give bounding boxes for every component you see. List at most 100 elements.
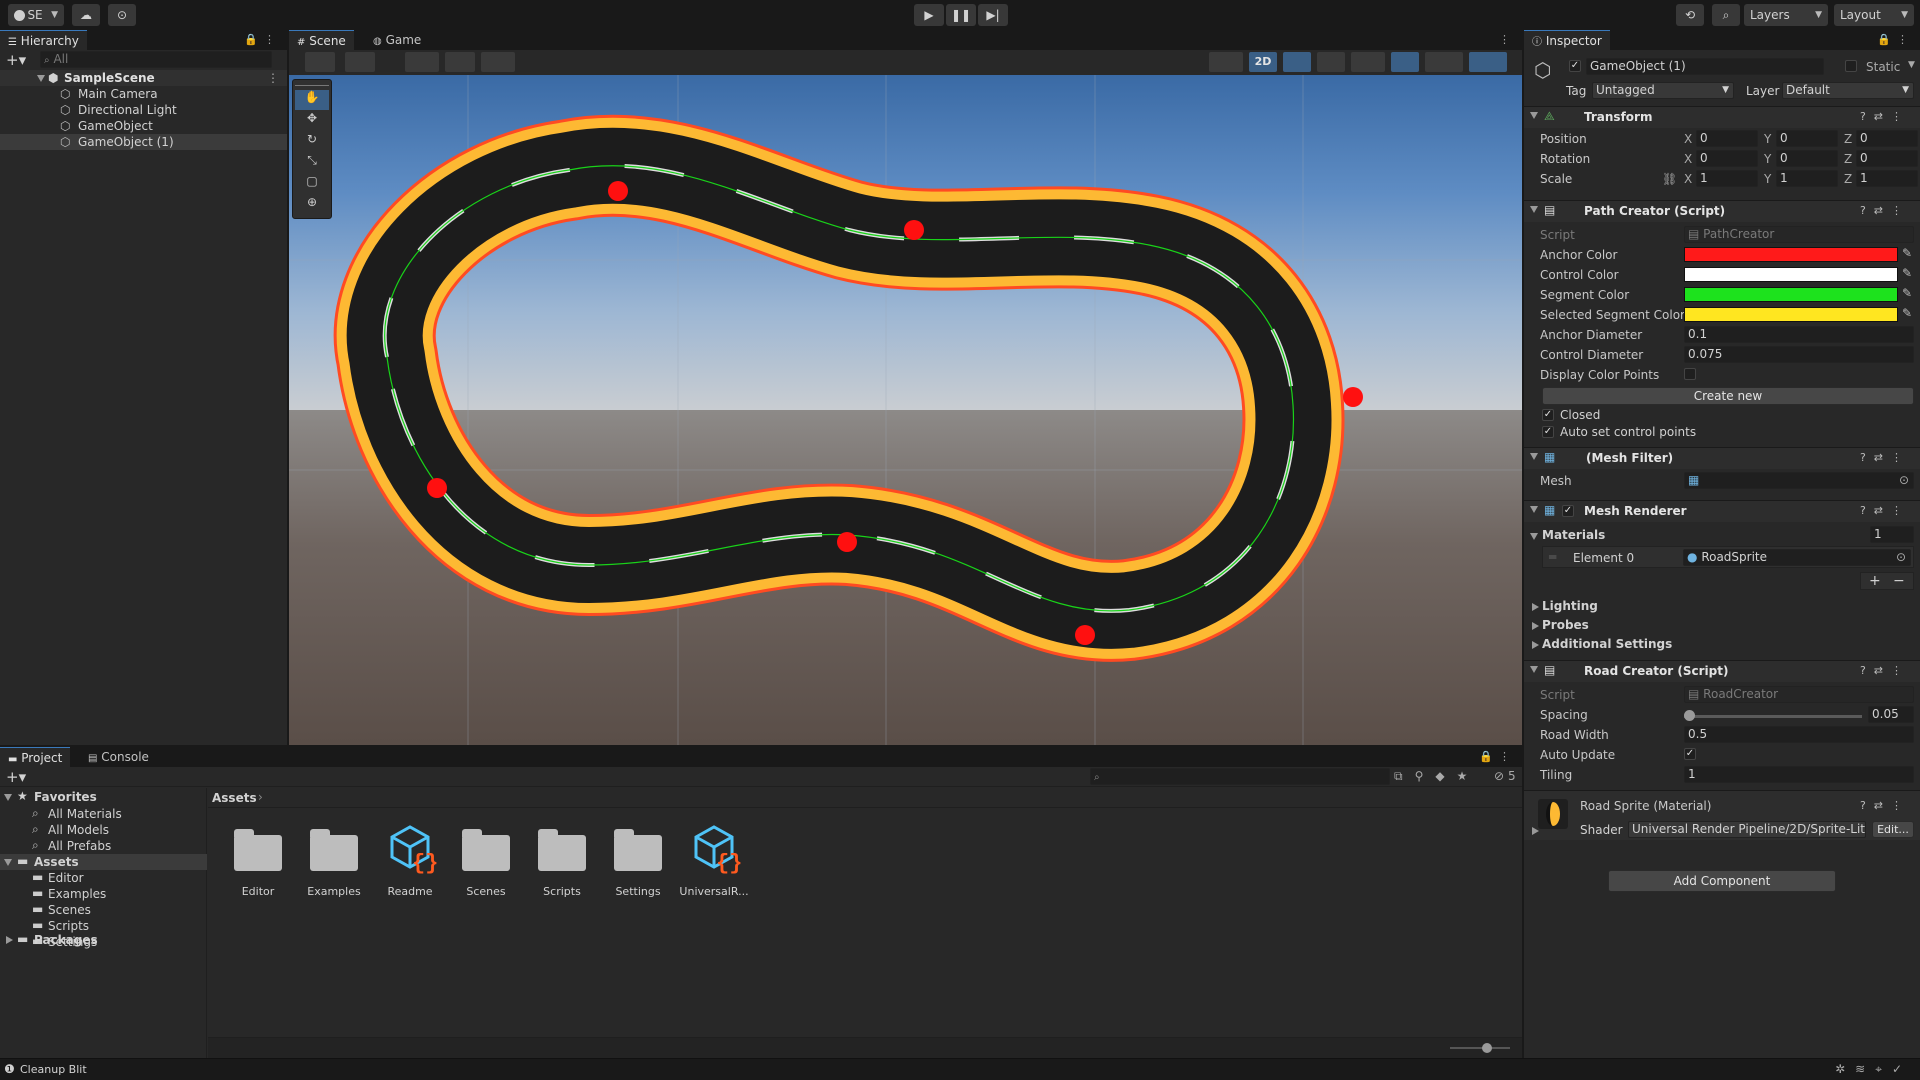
expand-icon[interactable]: [1532, 641, 1539, 649]
account-dropdown[interactable]: SE ▼: [8, 4, 64, 26]
road-width-field[interactable]: 0.5: [1684, 726, 1914, 743]
transform-y-field[interactable]: 1: [1776, 170, 1838, 187]
search-button[interactable]: ⌕: [1712, 4, 1740, 26]
anchor-point[interactable]: [1343, 387, 1363, 407]
transform-z-field[interactable]: 0: [1856, 130, 1918, 147]
filter-icons[interactable]: ⧉⚲◆★: [1394, 769, 1479, 784]
hierarchy-item[interactable]: ⬡ GameObject: [0, 118, 287, 134]
eyedropper-icon[interactable]: ✎: [1902, 286, 1912, 300]
folder-tree-item[interactable]: ▬ Scenes: [0, 902, 207, 918]
mesh-renderer-header[interactable]: ▦ ✓ Mesh Renderer ?⇄⋮: [1524, 500, 1920, 522]
transform-x-field[interactable]: 1: [1696, 170, 1758, 187]
transform-x-field[interactable]: 0: [1696, 130, 1758, 147]
step-button[interactable]: ▶|: [978, 4, 1008, 26]
transform-z-field[interactable]: 1: [1856, 170, 1918, 187]
tab-project[interactable]: ▬ Project: [0, 747, 71, 767]
scene-row[interactable]: ⬢ SampleScene ⋮: [0, 70, 287, 86]
tiling-field[interactable]: 1: [1684, 766, 1914, 783]
transform-y-field[interactable]: 0: [1776, 150, 1838, 167]
lighting-toggle[interactable]: [1283, 52, 1311, 72]
folder-tree-item[interactable]: ▬ Examples: [0, 886, 207, 902]
anchor-point[interactable]: [427, 478, 447, 498]
status-icons[interactable]: ✲≋⌖✓: [1835, 1062, 1912, 1077]
tab-hierarchy[interactable]: ☰ Hierarchy: [0, 30, 87, 50]
mesh-field[interactable]: ▦ ⊙: [1684, 472, 1914, 489]
component-menu-icons[interactable]: ?⇄⋮: [1860, 799, 1910, 812]
anchor-color-swatch[interactable]: [1684, 247, 1898, 262]
hierarchy-search-input[interactable]: ⌕ All: [40, 51, 272, 68]
eyedropper-icon[interactable]: ✎: [1902, 306, 1912, 320]
control-diameter-field[interactable]: 0.075: [1684, 346, 1914, 363]
component-menu-icons[interactable]: ?⇄⋮: [1860, 451, 1910, 464]
favorite-item[interactable]: ⌕ All Models: [0, 822, 207, 838]
favorites-label[interactable]: Favorites: [34, 790, 97, 804]
camera-dropdown[interactable]: [1425, 52, 1463, 72]
asset-item[interactable]: {} Readme: [374, 821, 446, 901]
collapse-icon[interactable]: [1530, 206, 1538, 213]
additional-settings-foldout[interactable]: Additional Settings: [1542, 637, 1672, 651]
materials-count-field[interactable]: 1: [1870, 526, 1914, 543]
add-element-icon[interactable]: +: [1869, 573, 1881, 589]
status-message[interactable]: Cleanup Blit: [20, 1063, 87, 1076]
component-menu-icons[interactable]: ?⇄⋮: [1860, 664, 1910, 677]
anchor-point[interactable]: [904, 220, 924, 240]
expand-icon[interactable]: [1532, 603, 1539, 611]
hand-tool-icon[interactable]: ✋: [295, 90, 329, 110]
tab-scene[interactable]: # Scene: [289, 30, 354, 50]
active-checkbox[interactable]: ✓: [1569, 60, 1581, 72]
assets-row[interactable]: ▬ Assets: [0, 854, 207, 870]
shader-dropdown[interactable]: Universal Render Pipeline/2D/Sprite-Lit: [1628, 821, 1866, 838]
global-local-dropdown[interactable]: [345, 52, 375, 72]
mode-2d-button[interactable]: 2D: [1249, 52, 1277, 72]
lighting-foldout[interactable]: Lighting: [1542, 599, 1598, 613]
path-creator-header[interactable]: ▤ Path Creator (Script) ?⇄⋮: [1524, 200, 1920, 222]
probes-foldout[interactable]: Probes: [1542, 618, 1589, 632]
mesh-filter-header[interactable]: ▦ (Mesh Filter) ?⇄⋮: [1524, 447, 1920, 469]
hierarchy-item[interactable]: ⬡ Main Camera: [0, 86, 287, 102]
spacing-slider-track[interactable]: [1684, 715, 1862, 718]
collapse-icon[interactable]: [1530, 453, 1538, 460]
gizmos-dropdown[interactable]: [1469, 52, 1507, 72]
constrain-proportions-icon[interactable]: ⛓: [1662, 172, 1677, 186]
panel-menu-icon[interactable]: 🔒⋮: [1479, 750, 1516, 763]
collab-button[interactable]: ⊙: [108, 4, 136, 26]
component-menu-icons[interactable]: ?⇄⋮: [1860, 110, 1910, 123]
effects-dropdown[interactable]: [1351, 52, 1385, 72]
icon-size-slider-track[interactable]: [1450, 1047, 1510, 1049]
packages-row[interactable]: ▬ Packages: [0, 932, 207, 948]
folder-tree-item[interactable]: ▬ Editor: [0, 870, 207, 886]
shading-mode-dropdown[interactable]: [1209, 52, 1243, 72]
mesh-renderer-enabled-checkbox[interactable]: ✓: [1562, 505, 1574, 517]
collapse-icon[interactable]: [1530, 112, 1538, 119]
scene-menu-icon[interactable]: ⋮: [267, 70, 279, 86]
collapse-icon[interactable]: [1530, 666, 1538, 673]
tag-dropdown[interactable]: Untagged ▼: [1592, 82, 1734, 99]
spacing-slider-thumb[interactable]: [1684, 710, 1695, 721]
asset-item[interactable]: Scenes: [450, 821, 522, 901]
closed-checkbox[interactable]: ✓: [1542, 409, 1554, 421]
display-color-points-checkbox[interactable]: [1684, 368, 1696, 380]
anchor-point[interactable]: [608, 181, 628, 201]
panel-menu-icon[interactable]: 🔒⋮: [244, 33, 281, 46]
add-component-button[interactable]: Add Component: [1608, 870, 1836, 892]
history-button[interactable]: ⟲: [1676, 4, 1704, 26]
hierarchy-item[interactable]: ⬡ GameObject (1): [0, 134, 287, 150]
auto-update-checkbox[interactable]: ✓: [1684, 748, 1696, 760]
icon-size-slider-thumb[interactable]: [1482, 1043, 1492, 1053]
play-button[interactable]: ▶: [914, 4, 944, 26]
transform-header[interactable]: ⟁ Transform ?⇄⋮: [1524, 106, 1920, 128]
anchor-diameter-field[interactable]: 0.1: [1684, 326, 1914, 343]
rect-tool-icon[interactable]: ▢: [295, 174, 329, 194]
hidden-packages-icon[interactable]: ⊘: [1494, 769, 1504, 783]
chevron-down-icon[interactable]: ▼: [1908, 60, 1915, 70]
component-menu-icons[interactable]: ?⇄⋮: [1860, 504, 1910, 517]
increment-snap-button[interactable]: [481, 52, 515, 72]
move-tool-icon[interactable]: ✥: [295, 111, 329, 131]
draw-mode-dropdown[interactable]: [305, 52, 335, 72]
layer-dropdown[interactable]: Default ▼: [1782, 82, 1914, 99]
transform-y-field[interactable]: 0: [1776, 130, 1838, 147]
tab-console[interactable]: ▤ Console: [80, 747, 157, 767]
panel-menu-icon[interactable]: 🔒⋮: [1877, 33, 1914, 46]
anchor-point[interactable]: [1075, 625, 1095, 645]
road-creator-header[interactable]: ▤ Road Creator (Script) ?⇄⋮: [1524, 660, 1920, 682]
